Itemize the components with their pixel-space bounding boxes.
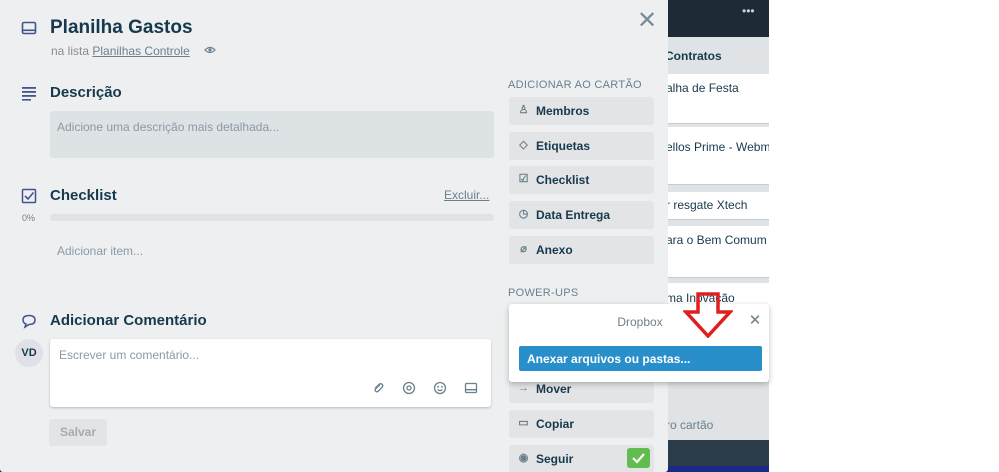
comment-placeholder: Escrever um comentário...	[59, 348, 200, 362]
due-date-label: Data Entrega	[536, 208, 611, 222]
attachment-label: Anexo	[536, 243, 573, 257]
copy-button[interactable]: ▭ Copiar	[509, 410, 654, 438]
card-detail-modal: ✕ Planilha Gastos na lista Planilhas Con…	[0, 0, 668, 472]
list-title: Contratos	[665, 49, 722, 63]
due-date-button[interactable]: ◷ Data Entrega	[509, 201, 654, 229]
add-to-card-heading: ADICIONAR AO CARTÃO	[508, 79, 642, 91]
description-field[interactable]: Adicione uma descrição mais detalhada...	[50, 111, 494, 158]
mention-icon[interactable]	[402, 381, 416, 395]
board-card[interactable]: ara o Bem Comum	[660, 226, 769, 278]
copy-label: Copiar	[536, 417, 575, 431]
labels-button[interactable]: ◇ Etiquetas	[509, 132, 654, 160]
tag-icon: ◇	[519, 139, 528, 151]
board-background: ••• Contratos alha de Festa ellos Prime …	[660, 0, 769, 472]
board-list: Contratos alha de Festa ellos Prime - We…	[660, 37, 769, 462]
labels-label: Etiquetas	[536, 139, 591, 153]
card-link-icon[interactable]	[464, 381, 478, 395]
eye-icon	[204, 46, 216, 54]
checklist-title: Checklist	[50, 187, 117, 204]
comment-field[interactable]: Escrever um comentário...	[50, 339, 491, 407]
eye-icon: ◉	[518, 452, 529, 464]
board-card[interactable]: r resgate Xtech	[660, 192, 769, 220]
attach-icon[interactable]	[371, 381, 385, 395]
save-comment-button[interactable]: Salvar	[49, 419, 107, 446]
checklist-button[interactable]: ☑ Checklist	[509, 166, 654, 194]
checklist-label: Checklist	[536, 173, 590, 187]
comment-title: Adicionar Comentário	[50, 312, 207, 329]
members-button[interactable]: ♙ Membros	[509, 97, 654, 125]
annotation-arrow-icon	[683, 292, 733, 338]
card-title[interactable]: Planilha Gastos	[50, 17, 193, 39]
move-label: Mover	[536, 382, 572, 396]
close-icon[interactable]: ✕	[636, 9, 658, 33]
list-menu-icon[interactable]: •••	[742, 4, 755, 18]
card-icon: ▭	[518, 417, 529, 429]
in-list-label: na lista Planilhas Controle	[51, 44, 190, 58]
delete-checklist-link[interactable]: Excluir...	[444, 188, 489, 202]
checklist-progress-bar	[50, 214, 494, 221]
card-icon	[21, 21, 37, 35]
avatar[interactable]: VD	[15, 339, 43, 367]
members-label: Membros	[536, 104, 590, 118]
add-card-link[interactable]: ro cartão	[666, 418, 713, 432]
board-card[interactable]: ellos Prime - Webm	[660, 127, 769, 185]
paperclip-icon: ⌀	[520, 243, 527, 255]
list-link[interactable]: Planilhas Controle	[92, 44, 189, 58]
description-icon	[22, 87, 36, 101]
emoji-icon[interactable]	[433, 381, 447, 395]
board-card[interactable]: alha de Festa	[660, 74, 769, 124]
person-icon: ♙	[518, 104, 529, 116]
power-ups-heading: POWER-UPS	[508, 287, 579, 299]
screen: ••• Contratos alha de Festa ellos Prime …	[0, 0, 999, 472]
follow-label: Seguir	[536, 452, 574, 466]
attachment-button[interactable]: ⌀ Anexo	[509, 236, 654, 264]
add-item-link[interactable]: Adicionar item...	[57, 244, 143, 258]
following-check-icon	[627, 448, 650, 468]
comment-icon	[22, 314, 36, 329]
in-list-prefix: na lista	[51, 44, 90, 58]
clock-icon: ◷	[518, 208, 529, 220]
checkbox-icon: ☑	[518, 173, 529, 185]
arrow-right-icon: →	[518, 382, 529, 394]
close-icon[interactable]: ✕	[748, 313, 762, 328]
checklist-percent: 0%	[22, 213, 36, 223]
attach-files-button[interactable]: Anexar arquivos ou pastas...	[519, 346, 762, 371]
checklist-icon	[21, 188, 37, 204]
description-title: Descrição	[50, 84, 122, 101]
